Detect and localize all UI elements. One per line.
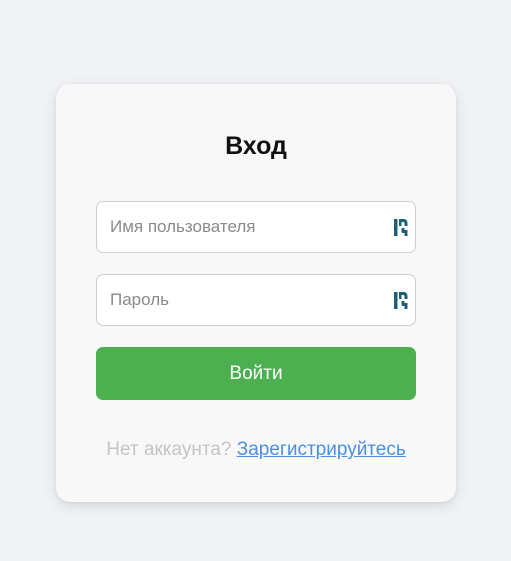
login-button[interactable]: Войти [96, 347, 416, 400]
username-input[interactable] [97, 202, 415, 252]
register-line: Нет аккаунта? Зарегистрируйтесь [56, 437, 456, 463]
register-link[interactable]: Зарегистрируйтесь [237, 439, 406, 460]
username-field [96, 201, 416, 253]
password-input[interactable] [97, 275, 415, 325]
password-manager-icon[interactable] [394, 219, 408, 236]
login-card: Вход Войти Нет аккаунта? Зарегистрируйте… [56, 84, 456, 502]
password-manager-icon[interactable] [394, 292, 408, 309]
login-title: Вход [225, 132, 287, 160]
register-prompt: Нет аккаунта? [106, 439, 232, 460]
password-field [96, 274, 416, 326]
